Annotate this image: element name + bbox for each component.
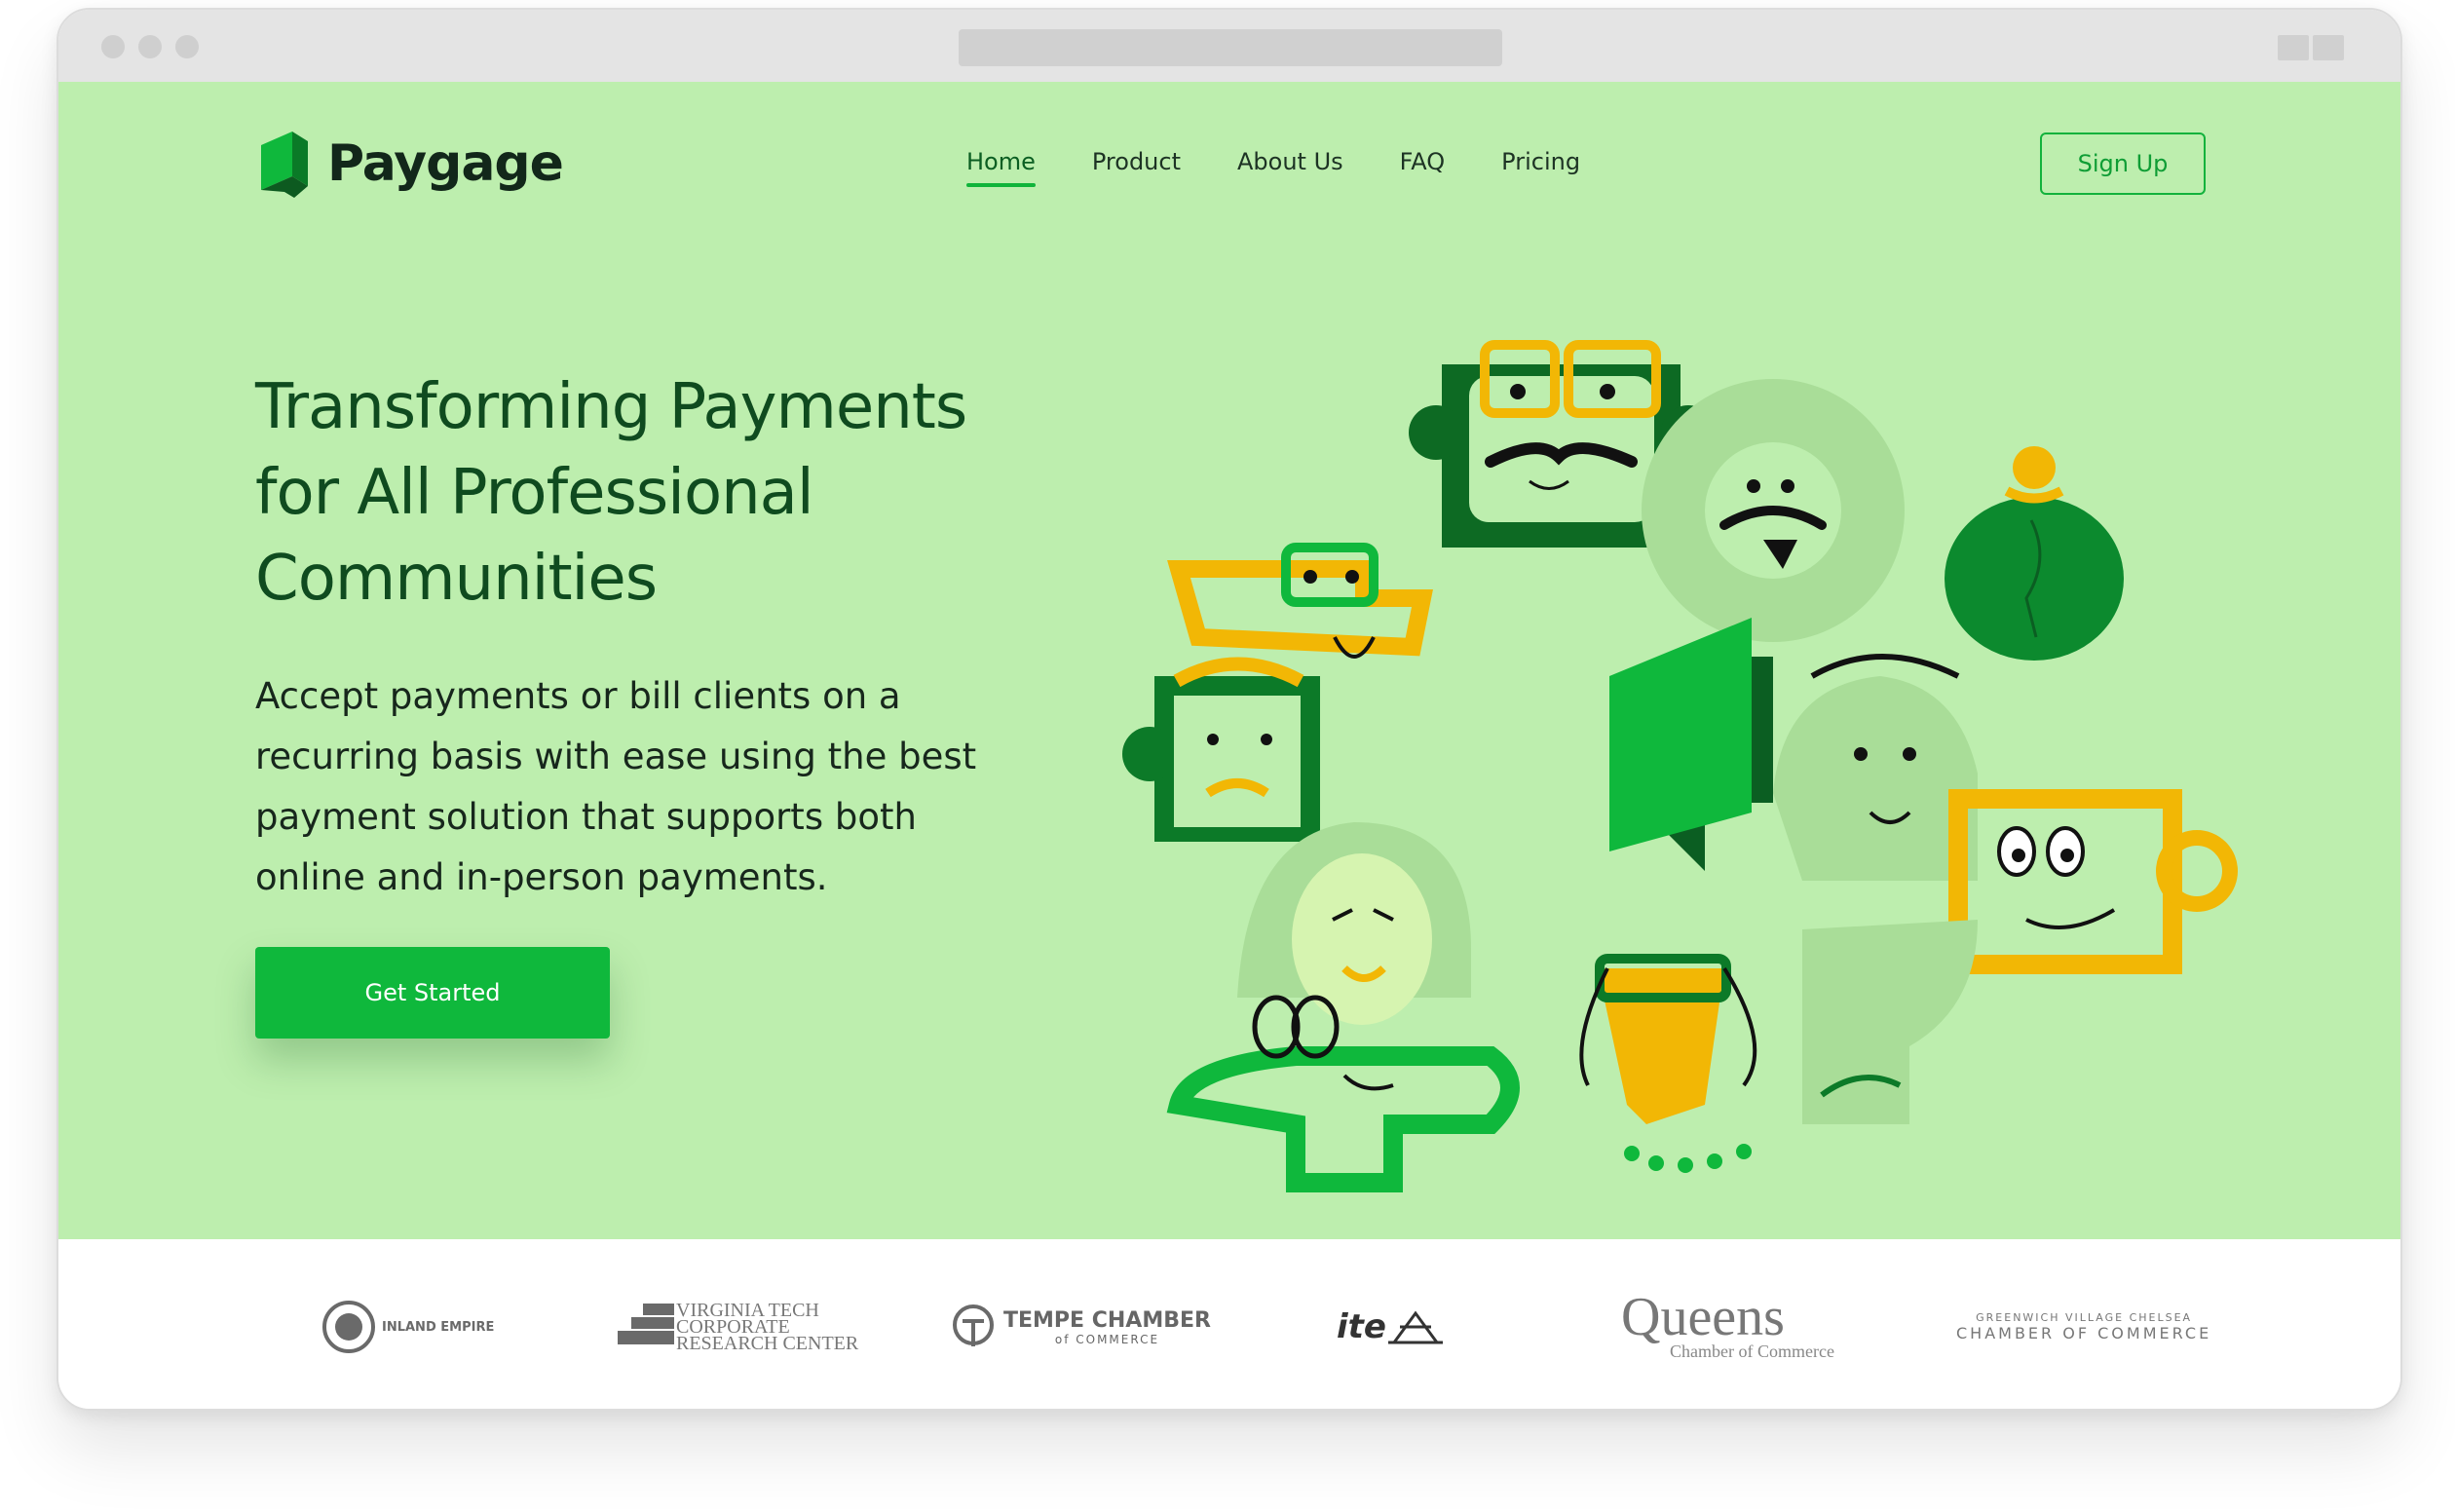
face-curly-hair-icon — [1122, 657, 1320, 842]
partner-label: TEMPE CHAMBER — [1003, 1307, 1211, 1333]
main-nav: Home Product About Us FAQ Pricing — [966, 148, 1637, 187]
stairs-icon — [618, 1304, 674, 1344]
headline-line: Transforming Payments — [255, 371, 967, 443]
hero-subtext: Accept payments or bill clients on a rec… — [255, 666, 1005, 908]
nav-faq[interactable]: FAQ — [1400, 148, 1446, 187]
partners-strip: INLAND EMPIRE VIRGINIA TECH CORPORATE RE… — [58, 1239, 2400, 1409]
partner-label: CHAMBER OF COMMERCE — [1956, 1324, 2212, 1342]
subtext-line: Accept payments or bill clients on a — [255, 675, 901, 717]
nav-pricing[interactable]: Pricing — [1501, 148, 1580, 187]
bridge-icon — [1387, 1310, 1443, 1344]
subtext-line: payment solution that supports both — [255, 796, 917, 838]
window-control[interactable] — [2278, 35, 2309, 60]
partner-label: ite — [1337, 1307, 1386, 1346]
partner-inland-empire-logo[interactable]: INLAND EMPIRE — [321, 1298, 494, 1356]
face-man-hair-icon — [1773, 654, 1978, 881]
address-bar[interactable] — [959, 29, 1502, 66]
close-window-dot[interactable] — [101, 35, 125, 58]
sign-up-button[interactable]: Sign Up — [2040, 132, 2206, 195]
hero-section: Paygage Home Product About Us FAQ Pricin… — [58, 82, 2400, 1239]
browser-titlebar — [58, 10, 2400, 82]
maximize-window-dot[interactable] — [175, 35, 199, 58]
brand-chat-bubble-icon — [1609, 618, 1773, 871]
face-yellow-vase-icon — [1579, 954, 1757, 1173]
partner-tempe-chamber-logo[interactable]: TEMPE CHAMBER of COMMERCE — [951, 1298, 1211, 1356]
partner-label: of COMMERCE — [1054, 1332, 1160, 1346]
brand-logo[interactable]: Paygage — [255, 125, 564, 203]
window-control[interactable] — [2313, 35, 2344, 60]
browser-window: Paygage Home Product About Us FAQ Pricin… — [57, 8, 2402, 1411]
face-woman-icon — [1237, 822, 1471, 1025]
brand-logo-icon — [261, 132, 308, 198]
headline-line: for All Professional — [255, 457, 814, 529]
subtext-line: recurring basis with ease using the best — [255, 736, 977, 777]
nav-product[interactable]: Product — [1092, 148, 1181, 187]
face-yellow-rect-icon — [1167, 543, 1433, 659]
nav-home[interactable]: Home — [966, 148, 1036, 187]
partner-label: GREENWICH VILLAGE — [1976, 1311, 2125, 1324]
partner-greenwich-logo[interactable]: GREENWICH VILLAGE CHELSEA CHAMBER OF COM… — [1956, 1298, 2211, 1356]
money-bag-icon — [1945, 446, 2124, 661]
hero-headline: Transforming Payments for All Profession… — [255, 364, 1015, 622]
hero-illustration — [1122, 340, 2238, 1192]
face-green-hat-icon — [1166, 995, 1520, 1192]
face-sun-icon — [1642, 379, 1905, 642]
brand-name: Paygage — [327, 134, 564, 193]
nav-about-us[interactable]: About Us — [1237, 148, 1343, 187]
get-started-button[interactable]: Get Started — [255, 947, 610, 1039]
tempe-emblem-icon — [953, 1304, 994, 1346]
figure-green-body-icon — [1802, 920, 1978, 1124]
partner-label: Queens — [1621, 1286, 1785, 1347]
partner-queens-logo[interactable]: Queens Chamber of Commerce — [1621, 1290, 1834, 1361]
face-yellow-frame-icon — [1948, 789, 2238, 974]
headline-line: Communities — [255, 543, 658, 615]
subtext-line: online and in-person payments. — [255, 856, 828, 898]
partner-label: CHELSEA — [2129, 1311, 2193, 1324]
partner-label: INLAND EMPIRE — [382, 1319, 495, 1335]
inland-empire-seal-icon — [322, 1301, 375, 1353]
minimize-window-dot[interactable] — [138, 35, 162, 58]
partner-label: RESEARCH CENTER — [676, 1332, 859, 1354]
partner-label: Chamber of Commerce — [1670, 1341, 1834, 1361]
partner-virginia-tech-logo[interactable]: VIRGINIA TECH CORPORATE RESEARCH CENTER — [618, 1298, 858, 1356]
partner-ite-logo[interactable]: ite — [1337, 1298, 1445, 1356]
